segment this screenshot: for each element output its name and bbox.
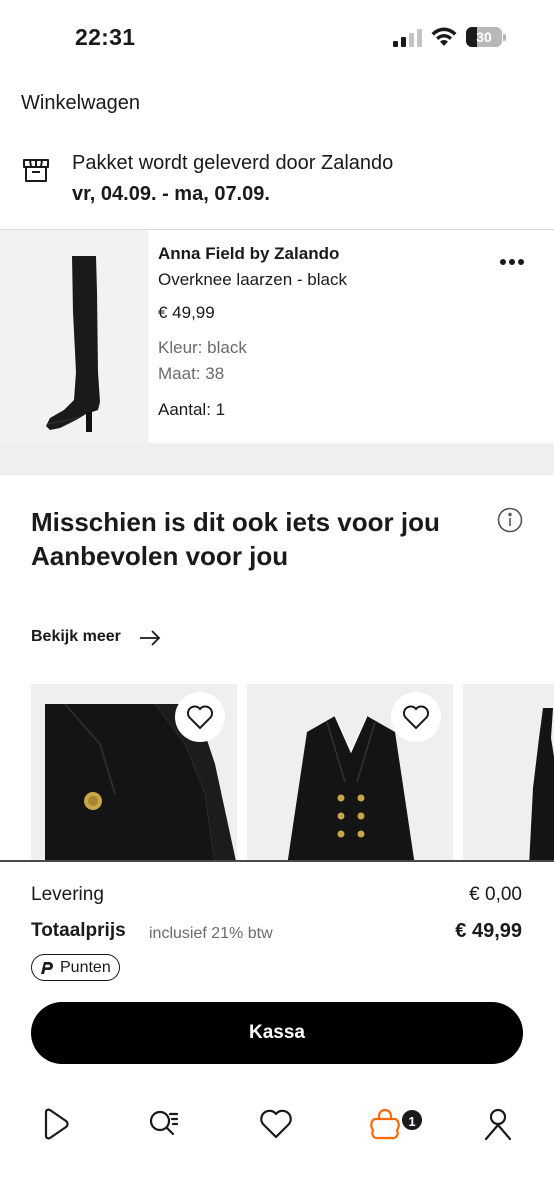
recommendation-card[interactable] xyxy=(31,684,237,866)
checkout-button[interactable]: Kassa xyxy=(31,1002,523,1064)
more-dot-icon xyxy=(500,259,506,265)
dress-image xyxy=(529,708,554,866)
profile-icon xyxy=(484,1108,512,1141)
heart-icon xyxy=(260,1109,292,1139)
boot-image xyxy=(46,256,100,432)
more-dot-icon xyxy=(509,259,515,265)
section-separator xyxy=(0,443,554,475)
status-time: 22:31 xyxy=(75,24,136,50)
see-more-link[interactable]: Bekijk meer xyxy=(31,628,121,646)
cart-count-badge: 1 xyxy=(400,1108,424,1132)
points-icon xyxy=(41,961,53,974)
product-image[interactable] xyxy=(0,230,148,443)
delivery-cost-label: Levering xyxy=(31,884,104,905)
signal-icon xyxy=(393,29,422,47)
battery-percentage: 30 xyxy=(476,29,492,45)
more-options-button[interactable] xyxy=(500,252,530,268)
wishlist-button[interactable] xyxy=(175,692,225,742)
product-brand: Anna Field by Zalando xyxy=(158,244,340,263)
vat-label: inclusief 21% btw xyxy=(149,925,273,942)
product-price: € 49,99 xyxy=(158,303,215,322)
product-color: Kleur: black xyxy=(158,338,247,357)
heart-icon xyxy=(187,705,213,730)
page-title: Winkelwagen xyxy=(21,92,140,114)
more-dot-icon xyxy=(518,259,524,265)
recommendation-card[interactable] xyxy=(247,684,453,866)
status-bar: 22:31 30 xyxy=(0,0,554,72)
delivery-dates: vr, 04.09. - ma, 07.09. xyxy=(72,183,270,205)
package-icon xyxy=(23,159,49,182)
home-icon xyxy=(44,1108,69,1140)
tab-wishlist[interactable] xyxy=(258,1106,298,1146)
battery-indicator: 30 xyxy=(466,27,506,47)
tab-home[interactable] xyxy=(38,1106,78,1146)
delivery-info: Pakket wordt geleverd door Zalando vr, 0… xyxy=(0,146,554,226)
cart-item[interactable]: Anna Field by Zalando Overknee laarzen -… xyxy=(0,230,554,443)
total-value: € 49,99 xyxy=(455,920,522,942)
recommendation-card[interactable] xyxy=(463,684,554,866)
total-label: Totaalprijs xyxy=(31,920,126,941)
bag-icon xyxy=(370,1108,400,1140)
tab-search[interactable] xyxy=(146,1106,186,1146)
heart-icon xyxy=(403,705,429,730)
search-icon xyxy=(149,1110,179,1136)
points-badge[interactable]: Punten xyxy=(31,954,120,981)
product-quantity[interactable]: Aantal: 1 xyxy=(158,400,225,420)
delivery-cost-value: € 0,00 xyxy=(469,884,522,905)
recommendations-title: Misschien is dit ook iets voor jou Aanbe… xyxy=(31,507,440,571)
wifi-icon xyxy=(431,27,457,46)
arrow-right-icon[interactable] xyxy=(138,629,162,647)
tab-profile[interactable] xyxy=(480,1106,520,1146)
info-icon[interactable] xyxy=(497,507,523,533)
tab-bar: 1 xyxy=(0,1100,554,1160)
points-label: Punten xyxy=(60,958,111,976)
product-name: Overknee laarzen - black xyxy=(158,270,347,289)
wishlist-button[interactable] xyxy=(391,692,441,742)
product-size: Maat: 38 xyxy=(158,364,225,383)
delivery-text: Pakket wordt geleverd door Zalando xyxy=(72,152,394,174)
